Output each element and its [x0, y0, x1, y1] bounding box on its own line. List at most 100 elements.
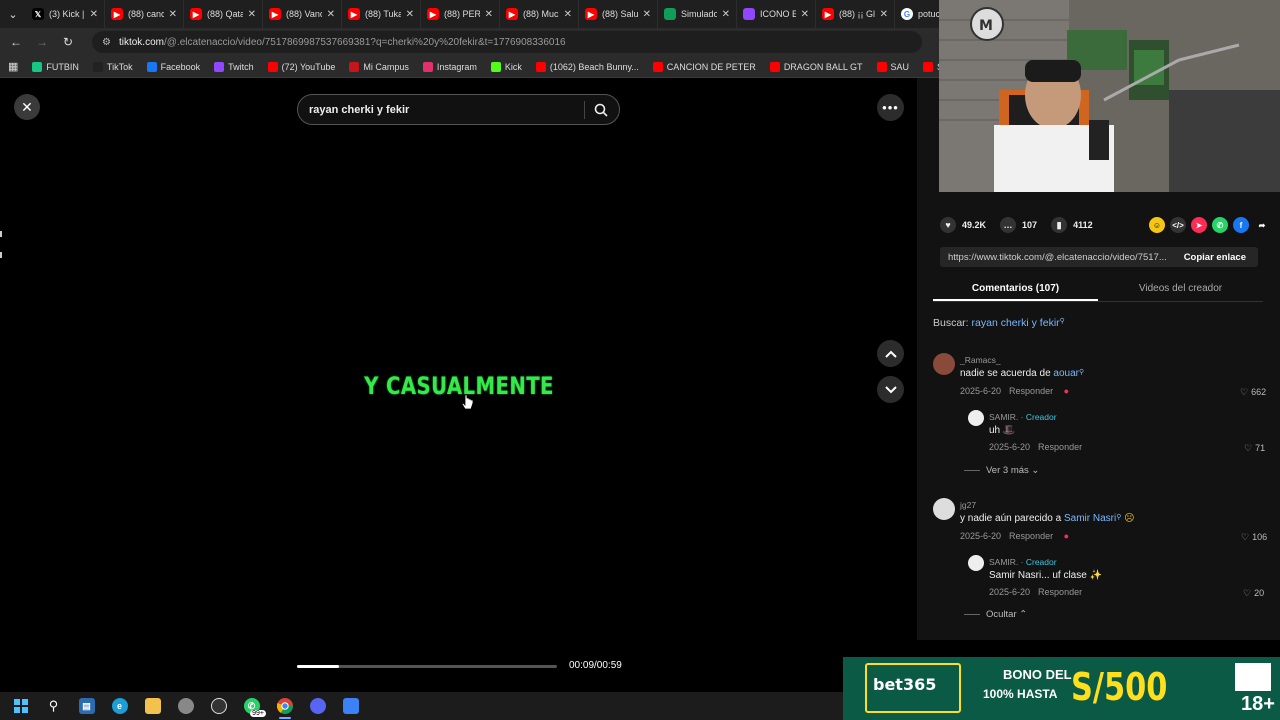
avatar[interactable] — [968, 555, 984, 571]
browser-tab[interactable]: 𝕏 (3) Kick | ✕ — [26, 0, 105, 28]
taskbar-obs[interactable] — [202, 692, 235, 720]
video-player[interactable]: Y CASUALMENTE 00:09/00:59 — [287, 78, 631, 692]
site-info-icon[interactable]: ⚙ — [102, 37, 111, 48]
browser-tab[interactable]: ▶ (88) Tuka ✕ — [342, 0, 421, 28]
taskbar-whatsapp[interactable]: ✆ 99+ — [235, 692, 268, 720]
video-link-url[interactable]: https://www.tiktok.com/@.elcatenaccio/vi… — [940, 252, 1172, 263]
share-arrow-icon[interactable]: ➦ — [1254, 217, 1270, 233]
bookmark-item[interactable]: Mi Campus — [349, 61, 409, 72]
url-field[interactable]: ⚙ tiktok.com/@.elcatenaccio/video/751786… — [92, 31, 922, 53]
copy-link-button[interactable]: Copiar enlace — [1172, 252, 1258, 263]
tab-close-icon[interactable]: ✕ — [169, 9, 177, 20]
browser-tab[interactable]: ▶ (88) canc ✕ — [105, 0, 184, 28]
youtube-icon: ▶ — [111, 8, 123, 20]
browser-tab[interactable]: ▶ (88) Muc ✕ — [500, 0, 579, 28]
search-icon[interactable] — [594, 103, 608, 117]
comment-like[interactable]: ♡ 106 — [1241, 532, 1267, 543]
hide-replies[interactable]: Ocultar ⌃ — [964, 609, 1027, 620]
back-icon[interactable]: ← — [8, 34, 24, 50]
view-more-replies[interactable]: Ver 3 más ⌄ — [964, 465, 1039, 476]
tab-close-icon[interactable]: ✕ — [801, 9, 809, 20]
search-input[interactable]: rayan cherki y fekir — [297, 94, 620, 125]
tab-close-icon[interactable]: ✕ — [485, 9, 493, 20]
browser-tab[interactable]: ▶ (88) ¡¡ Gl ✕ — [816, 0, 895, 28]
tab-creator-videos[interactable]: Videos del creador — [1098, 278, 1263, 301]
taskbar-explorer[interactable] — [136, 692, 169, 720]
reload-icon[interactable]: ↻ — [60, 34, 76, 50]
save-stat[interactable]: ▮ 4112 — [1051, 217, 1093, 233]
browser-tab[interactable]: ▶ (88) Vanc ✕ — [263, 0, 342, 28]
reply-like[interactable]: ♡ 20 — [1243, 588, 1264, 599]
next-video-button[interactable] — [877, 376, 904, 403]
tab-close-icon[interactable]: ✕ — [643, 9, 651, 20]
reply-button[interactable]: Responder — [1038, 442, 1082, 452]
bookmark-item[interactable]: (1062) Beach Bunny... — [535, 61, 639, 72]
taskbar-edge[interactable]: e — [103, 692, 136, 720]
browser-tab[interactable]: ▶ (88) Qata ✕ — [184, 0, 263, 28]
bookmark-item[interactable]: FUTBIN — [32, 61, 79, 72]
previous-video-button[interactable] — [877, 340, 904, 367]
bet365-ad-banner[interactable]: bet365 BONO DEL 100% HASTA S/500 18+ — [843, 657, 1280, 720]
browser-tab[interactable]: ICONO E ✕ — [737, 0, 816, 28]
reply-button[interactable]: Responder — [1009, 386, 1053, 396]
tab-close-icon[interactable]: ✕ — [248, 9, 256, 20]
reply-username[interactable]: SAMIR. · Creador — [989, 557, 1057, 567]
comment-icon: … — [1000, 217, 1017, 233]
send-icon[interactable]: ➤ — [1191, 217, 1207, 233]
reply-button[interactable]: Responder — [1038, 587, 1082, 597]
search-small-icon: ⚲ — [1078, 369, 1085, 376]
taskbar-chrome[interactable] — [268, 692, 301, 720]
ad-brand-logo: bet365 — [873, 675, 937, 694]
tab-close-icon[interactable]: ✕ — [406, 9, 414, 20]
tab-close-icon[interactable]: ✕ — [90, 9, 98, 20]
apps-grid-icon[interactable]: ▦ — [8, 60, 18, 73]
like-stat[interactable]: ♥ 49.2K — [940, 217, 986, 233]
reply-username[interactable]: SAMIR. · Creador — [989, 412, 1057, 422]
comment-mention-link[interactable]: Samir Nasri — [1064, 513, 1116, 524]
tab-close-icon[interactable]: ✕ — [880, 9, 888, 20]
tab-comments[interactable]: Comentarios (107) — [933, 278, 1098, 301]
browser-tab[interactable]: ▶ (88) PERI ✕ — [421, 0, 500, 28]
bookmark-item[interactable]: TikTok — [92, 61, 133, 72]
bookmark-item[interactable]: DRAGON BALL GT — [769, 61, 863, 72]
taskbar-store[interactable]: ▤ — [70, 692, 103, 720]
tab-close-icon[interactable]: ✕ — [722, 9, 730, 20]
bookmark-item[interactable]: Facebook — [146, 61, 200, 72]
taskbar-discord-app[interactable] — [301, 692, 334, 720]
related-search[interactable]: Buscar: rayan cherki y fekir⚲ — [933, 317, 1065, 329]
reply-button[interactable]: Responder — [1009, 531, 1053, 541]
tab-close-icon[interactable]: ✕ — [564, 9, 572, 20]
browser-tab[interactable]: Simulado ✕ — [658, 0, 737, 28]
comment-stat[interactable]: … 107 — [1000, 217, 1037, 233]
comment-username[interactable]: _Ramacs_ — [960, 355, 1001, 365]
video-progress-bar[interactable] — [297, 665, 557, 668]
avatar[interactable] — [933, 498, 955, 520]
youtube-icon: ▶ — [427, 8, 439, 20]
bookmark-item[interactable]: Kick — [490, 61, 522, 72]
whatsapp-share-icon[interactable]: ✆ — [1212, 217, 1228, 233]
bookmark-item[interactable]: Twitch — [214, 61, 254, 72]
close-button[interactable]: ✕ — [14, 94, 40, 120]
bookmark-item[interactable]: Instagram — [422, 61, 477, 72]
comment-like[interactable]: ♡ 662 — [1240, 387, 1266, 398]
forward-icon[interactable]: → — [34, 34, 50, 50]
avatar[interactable] — [968, 410, 984, 426]
facebook-share-icon[interactable]: f — [1233, 217, 1249, 233]
reply-like[interactable]: ♡ 71 — [1244, 443, 1265, 454]
comment-mention-link[interactable]: aouar — [1053, 368, 1079, 379]
taskbar-search[interactable]: ⚲ — [37, 692, 70, 720]
browser-tab[interactable]: ▶ (88) Salu ✕ — [579, 0, 658, 28]
bookmark-item[interactable]: (72) YouTube — [267, 61, 335, 72]
taskbar-paint[interactable] — [334, 692, 367, 720]
embed-icon[interactable]: </> — [1170, 217, 1186, 233]
avatar[interactable] — [933, 353, 955, 375]
start-button[interactable] — [4, 692, 37, 720]
comment-username[interactable]: jg27 — [960, 500, 976, 510]
more-options-button[interactable]: ••• — [877, 94, 904, 121]
taskbar-app[interactable] — [169, 692, 202, 720]
bookmark-item[interactable]: CANCION DE PETER — [652, 61, 756, 72]
tab-close-icon[interactable]: ✕ — [327, 9, 335, 20]
friends-share-icon[interactable]: ☺ — [1149, 217, 1165, 233]
tab-search-chevron-icon[interactable]: ⌄ — [0, 0, 26, 28]
bookmark-item[interactable]: SAU — [876, 61, 909, 72]
